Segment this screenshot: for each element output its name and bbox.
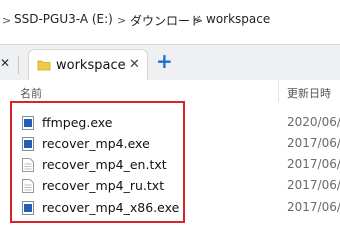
file-date: 2020/06/1 <box>287 115 340 129</box>
file-date: 2017/06/1 <box>287 200 340 214</box>
tab-label: workspace <box>56 58 126 73</box>
column-divider[interactable] <box>278 80 279 102</box>
tab-strip: ✕ workspace ✕ + <box>0 44 340 83</box>
add-tab-button[interactable]: + <box>156 49 173 73</box>
breadcrumb-drive[interactable]: SSD-PGU3-A (E:) <box>14 12 113 26</box>
file-date: 2017/06/1 <box>287 157 340 171</box>
breadcrumb-workspace[interactable]: workspace <box>206 12 270 26</box>
highlight-box <box>10 101 185 223</box>
close-icon[interactable]: ✕ <box>0 56 10 70</box>
chevron-right-icon: > <box>117 14 127 27</box>
folder-icon <box>37 60 51 71</box>
chevron-right-icon: > <box>2 14 12 27</box>
column-date-header[interactable]: 更新日時 <box>287 85 331 101</box>
file-date: 2017/06/1 <box>287 178 340 192</box>
breadcrumb-downloads[interactable]: ダウンロード <box>130 12 202 29</box>
column-name-header[interactable]: 名前 <box>20 85 42 101</box>
previous-tab[interactable]: ✕ <box>0 54 20 78</box>
file-date: 2017/06/1 <box>287 136 340 150</box>
tab-workspace[interactable]: workspace ✕ <box>28 49 148 83</box>
address-bar[interactable]: > SSD-PGU3-A (E:) > ダウンロード > workspace <box>0 0 340 40</box>
tab-divider <box>18 56 19 74</box>
chevron-right-icon: > <box>194 14 204 27</box>
close-icon[interactable]: ✕ <box>129 57 140 72</box>
